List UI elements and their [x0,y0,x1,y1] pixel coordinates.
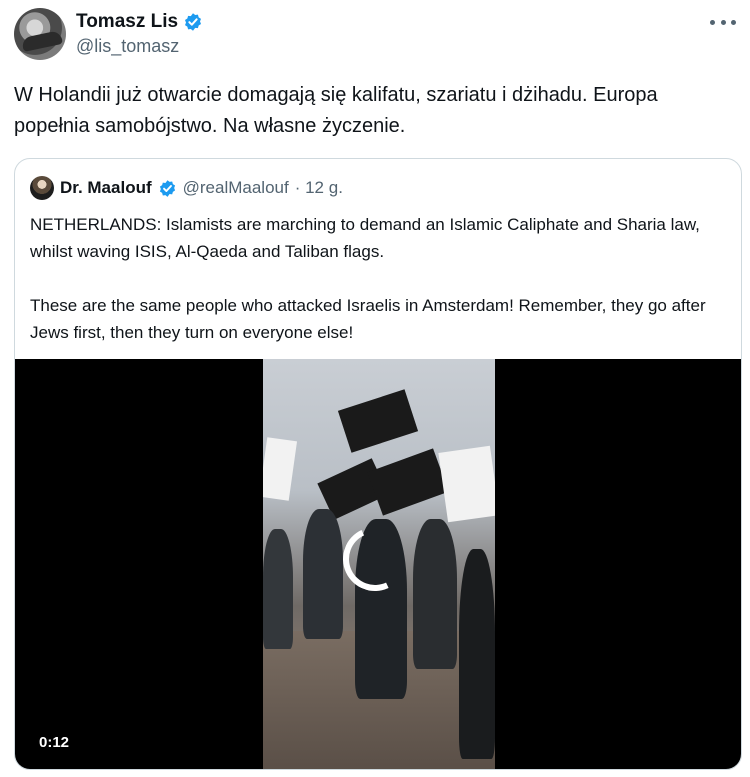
quoted-paragraph: NETHERLANDS: Islamists are marching to d… [30,215,700,261]
video-flag [337,389,419,453]
more-horizontal-icon[interactable] [710,12,736,32]
quoted-tweet[interactable]: Dr. Maalouf @realMaalouf · 12 g. NETHERL… [14,158,742,770]
tweet-text: W Holandii już otwarcie domagają się kal… [14,84,658,137]
video-person [459,549,495,759]
video-person [303,509,343,639]
more-dot [731,19,736,25]
video-person [413,519,457,669]
quoted-author-handle: @realMaalouf [182,178,289,197]
author-name-row: Tomasz Lis [76,10,203,34]
video-duration: 0:12 [31,730,78,755]
more-dot [720,19,726,25]
video-person [263,529,293,649]
quoted-author-display-name: Dr. Maalouf [60,178,152,197]
author-display-name[interactable]: Tomasz Lis [76,11,178,33]
more-dot [710,19,715,25]
tweet-header: Tomasz Lis @lis_tomasz [14,8,736,64]
quoted-avatar [30,176,54,200]
quoted-tweet-text: NETHERLANDS: Islamists are marching to d… [30,211,730,346]
video-player[interactable]: 0:12 [15,359,741,769]
verified-badge-icon [185,13,202,31]
quoted-paragraph: These are the same people who attacked I… [30,296,706,342]
tweet: Tomasz Lis @lis_tomasz W Holandii już ot… [0,0,750,777]
author-handle[interactable]: @lis_tomasz [76,36,179,57]
video-frame [263,359,495,769]
avatar[interactable] [14,8,66,60]
video-flag [367,448,449,516]
verified-badge-icon [159,179,175,197]
video-flag [438,445,495,523]
quoted-time: · 12 g. [294,178,343,197]
video-flag [263,437,298,501]
quoted-tweet-header: Dr. Maalouf @realMaalouf · 12 g. [30,176,343,200]
